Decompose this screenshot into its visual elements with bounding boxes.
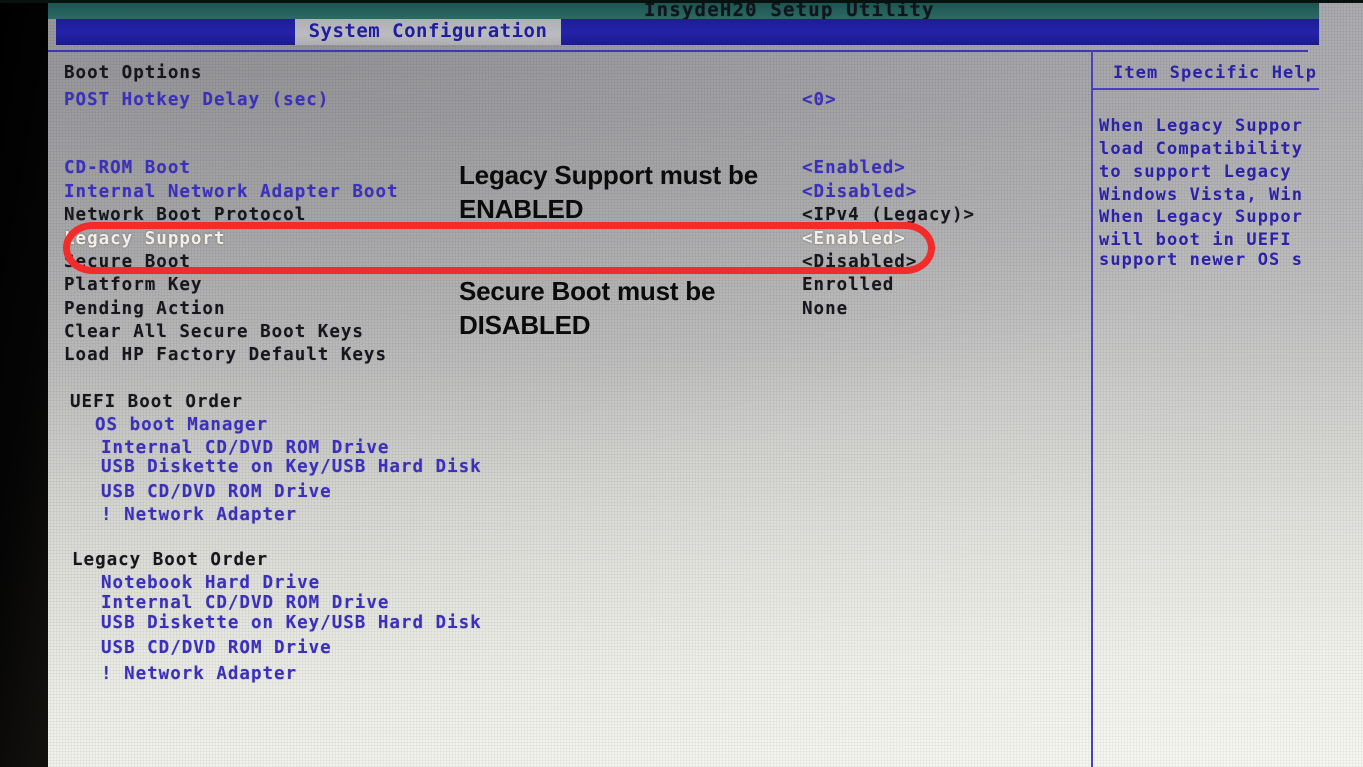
laptop-bezel-top	[0, 0, 1363, 3]
setting-value-platform-key: Enrolled	[802, 275, 895, 295]
setting-label-cdrom-boot[interactable]: CD-ROM Boot	[64, 158, 191, 178]
legacy-boot-item-4[interactable]: ! Network Adapter	[101, 664, 297, 684]
heading-uefi-boot-order: UEFI Boot Order	[70, 392, 244, 412]
help-line-5: will boot in UEFI	[1099, 230, 1292, 250]
legacy-boot-item-1[interactable]: Internal CD/DVD ROM Drive	[101, 593, 389, 613]
help-line-2: to support Legacy	[1099, 162, 1292, 182]
laptop-bezel-left	[0, 0, 48, 767]
help-line-6: support newer OS s	[1099, 250, 1304, 270]
bios-setup-screenshot: InsydeH20 Setup Utility System Configura…	[0, 0, 1363, 767]
setting-label-pending-action[interactable]: Pending Action	[64, 299, 226, 319]
help-line-0: When Legacy Suppor	[1099, 116, 1304, 136]
help-panel-divider	[1091, 50, 1093, 767]
uefi-boot-item-3[interactable]: USB CD/DVD ROM Drive	[101, 482, 332, 502]
uefi-boot-item-4[interactable]: ! Network Adapter	[101, 505, 297, 525]
help-panel-title-rule	[1093, 88, 1319, 90]
setting-label-post-hotkey-delay[interactable]: POST Hotkey Delay (sec)	[64, 90, 329, 110]
help-line-1: load Compatibility	[1099, 139, 1304, 159]
heading-legacy-boot-order: Legacy Boot Order	[72, 550, 269, 570]
legacy-boot-item-2[interactable]: USB Diskette on Key/USB Hard Disk	[101, 613, 482, 633]
setting-label-clear-all-secure-boot-keys[interactable]: Clear All Secure Boot Keys	[64, 322, 364, 342]
menu-bar[interactable]: System Configuration	[56, 19, 1319, 45]
setting-label-internal-network-adapter-boot[interactable]: Internal Network Adapter Boot	[64, 182, 399, 202]
uefi-boot-item-1[interactable]: Internal CD/DVD ROM Drive	[101, 438, 389, 458]
setting-value-post-hotkey-delay[interactable]: <0>	[802, 90, 837, 110]
uefi-boot-item-0[interactable]: OS boot Manager	[95, 415, 268, 435]
legacy-boot-item-3[interactable]: USB CD/DVD ROM Drive	[101, 638, 332, 658]
annotation-secure-boot: Secure Boot must be DISABLED	[459, 276, 716, 340]
tab-system-configuration[interactable]: System Configuration	[295, 19, 561, 45]
setting-label-load-hp-factory-default-keys[interactable]: Load HP Factory Default Keys	[64, 345, 387, 365]
tab-system-configuration-label: System Configuration	[308, 20, 548, 42]
setting-value-cdrom-boot[interactable]: <Enabled>	[802, 158, 906, 178]
setting-label-platform-key[interactable]: Platform Key	[64, 275, 202, 295]
legacy-boot-item-0[interactable]: Notebook Hard Drive	[101, 573, 320, 593]
setting-value-pending-action: None	[802, 299, 849, 319]
setting-value-internal-network-adapter-boot[interactable]: <Disabled>	[802, 182, 917, 202]
section-heading-boot-options: Boot Options	[64, 63, 203, 83]
help-line-3: Windows Vista, Win	[1099, 185, 1304, 205]
app-title: InsydeH20 Setup Utility	[644, 0, 935, 21]
help-line-4: When Legacy Suppor	[1099, 207, 1304, 227]
annotation-highlight-ellipse	[63, 222, 935, 274]
help-panel-title: Item Specific Help	[1113, 63, 1318, 83]
uefi-boot-item-2[interactable]: USB Diskette on Key/USB Hard Disk	[101, 457, 482, 477]
annotation-legacy-support: Legacy Support must be ENABLED	[459, 160, 758, 224]
